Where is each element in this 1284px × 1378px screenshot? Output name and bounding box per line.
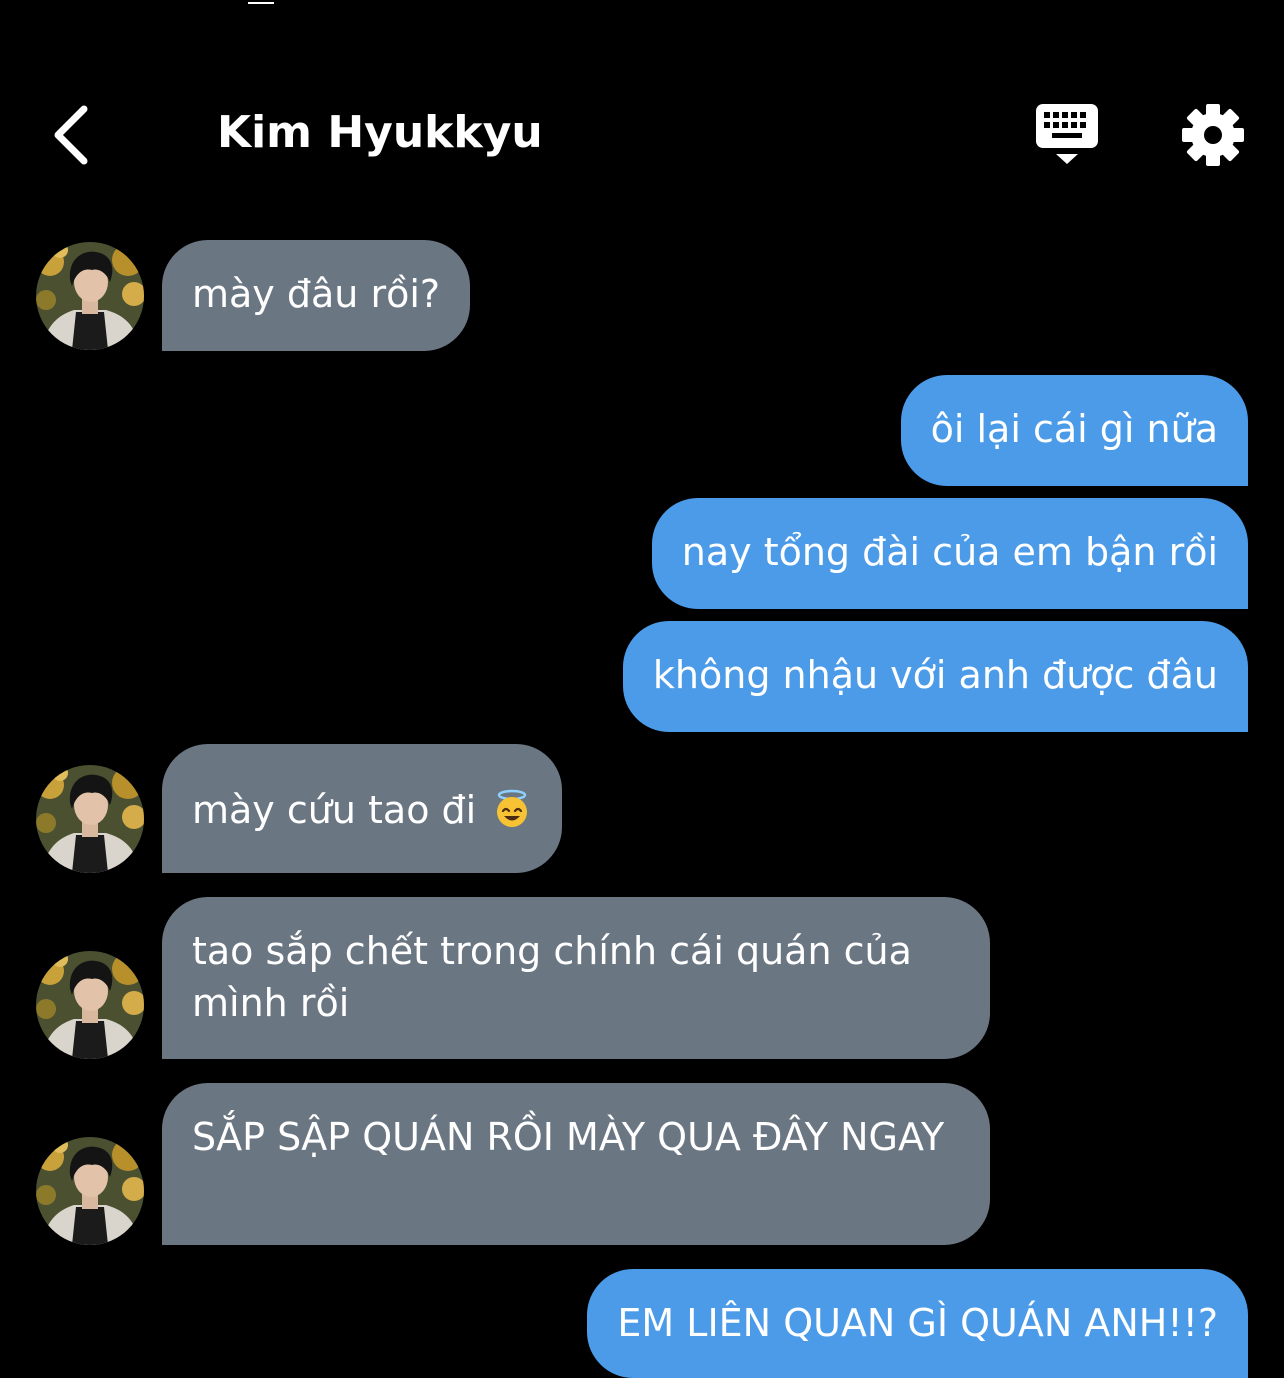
message-text: SẮP SẬP QUÁN RỒI MÀY QUA ĐÂY NGAY — [192, 1115, 945, 1159]
contact-avatar-image — [36, 951, 144, 1059]
message-bubble-outgoing[interactable]: EM LIÊN QUAN GÌ QUÁN ANH!!? — [587, 1269, 1248, 1378]
message-text: không nhậu với anh được đâu — [652, 653, 1218, 697]
message-bubble-outgoing[interactable]: không nhậu với anh được đâu — [622, 621, 1248, 732]
contact-avatar-image — [36, 765, 144, 873]
contact-avatar-image — [36, 1137, 144, 1245]
contact-avatar[interactable] — [36, 765, 144, 873]
back-button[interactable] — [40, 100, 100, 170]
smiling-face-with-halo-emoji — [497, 789, 528, 827]
gear-icon — [1182, 104, 1244, 166]
message-bubble-incoming[interactable]: mày đâu rồi? — [162, 240, 471, 351]
message-text: ôi lại cái gì nữa — [930, 407, 1218, 451]
chevron-left-icon — [54, 105, 88, 165]
chat-title: Kim Hyukkyu — [217, 107, 543, 158]
contact-avatar-image — [36, 242, 144, 350]
settings-button[interactable] — [1178, 100, 1248, 170]
message-text: mày cứu tao đi — [192, 788, 477, 832]
message-text: tao sắp chết trong chính cái quán của mì… — [192, 929, 912, 1025]
status-bar-fragment — [248, 0, 274, 4]
keyboard-icon — [1036, 104, 1098, 164]
keyboard-toggle-button[interactable] — [1030, 100, 1106, 170]
message-text: EM LIÊN QUAN GÌ QUÁN ANH!!? — [617, 1301, 1218, 1345]
message-bubble-incoming[interactable]: SẮP SẬP QUÁN RỒI MÀY QUA ĐÂY NGAY — [162, 1083, 990, 1245]
message-bubble-outgoing[interactable]: ôi lại cái gì nữa — [900, 375, 1248, 486]
message-bubble-incoming[interactable]: mày cứu tao đi — [162, 744, 563, 873]
chat-header: Kim Hyukkyu — [0, 90, 1284, 180]
message-bubble-incoming[interactable]: tao sắp chết trong chính cái quán của mì… — [162, 897, 990, 1059]
message-text: mày đâu rồi? — [192, 272, 441, 316]
contact-avatar[interactable] — [36, 1137, 144, 1245]
message-text: nay tổng đài của em bận rồi — [681, 530, 1218, 574]
message-bubble-outgoing[interactable]: nay tổng đài của em bận rồi — [651, 498, 1248, 609]
contact-avatar[interactable] — [36, 951, 144, 1059]
contact-avatar[interactable] — [36, 242, 144, 350]
